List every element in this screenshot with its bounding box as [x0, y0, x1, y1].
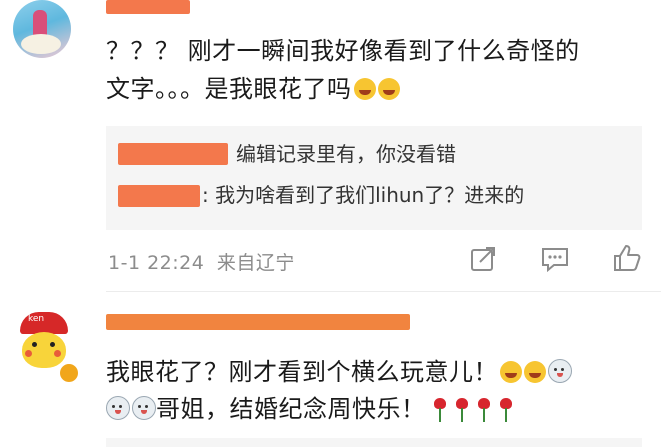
- comment-text-line: 哥姐，结婚纪念周快乐！: [106, 391, 514, 427]
- comment-text-span: 哥姐，结婚纪念周快乐！: [156, 395, 426, 423]
- avatar[interactable]: [13, 0, 71, 58]
- username-redacted[interactable]: [106, 314, 410, 330]
- verified-badge-icon: [58, 362, 80, 384]
- rose-icon: [454, 397, 470, 423]
- location-text: 来自辽宁: [216, 252, 295, 274]
- comment-text-span: 我眼花了？刚才看到个横么玩意儿！: [106, 358, 498, 386]
- comment-text-line: 文字。。。是我眼花了吗: [106, 71, 400, 107]
- laughing-icon: [377, 78, 400, 100]
- husky-icon: [548, 359, 572, 383]
- laughing-icon: [353, 78, 376, 100]
- husky-icon: [106, 396, 130, 420]
- username-redacted[interactable]: [106, 0, 190, 14]
- reply-box[interactable]: [106, 438, 642, 447]
- husky-icon: [132, 396, 156, 420]
- reply-text: 编辑记录里有，你没看错: [236, 142, 456, 166]
- avatar-badge-text: ken: [28, 314, 45, 324]
- reply-text: : 我为啥看到了我们lihun了？进来的: [202, 183, 525, 207]
- divider: [106, 291, 661, 292]
- reply-username-redacted[interactable]: [118, 143, 228, 165]
- comment-text-span: 文字。。。是我眼花了吗: [106, 75, 352, 103]
- comment-icon[interactable]: [541, 246, 569, 272]
- rose-icon: [432, 397, 448, 423]
- reply-username-redacted[interactable]: [118, 185, 200, 207]
- rose-icon: [498, 397, 514, 423]
- timestamp-text: 1-1 22:24: [108, 252, 205, 274]
- timestamp: 1-1 22:24 来自辽宁: [108, 248, 295, 275]
- rose-icon: [476, 397, 492, 423]
- comment-text-line: 我眼花了？刚才看到个横么玩意儿！: [106, 354, 572, 390]
- like-icon[interactable]: [612, 243, 642, 273]
- laughing-icon: [524, 361, 546, 383]
- comment-text-line: ？？？ 刚才一瞬间我好像看到了什么奇怪的: [106, 37, 580, 65]
- laughing-icon: [500, 361, 522, 383]
- share-icon[interactable]: [470, 246, 498, 272]
